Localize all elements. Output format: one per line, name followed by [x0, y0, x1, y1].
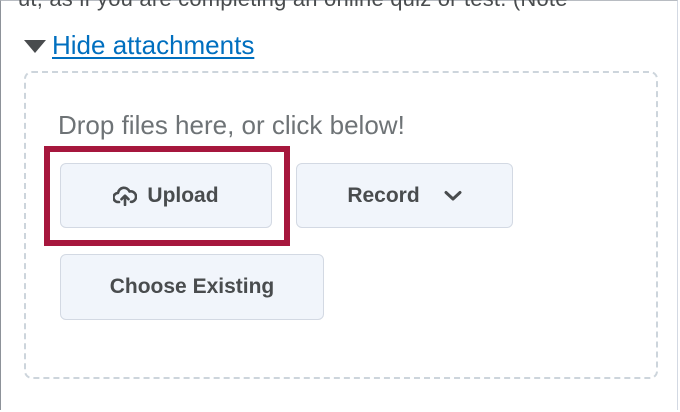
choose-existing-button[interactable]: Choose Existing — [60, 254, 324, 320]
chevron-down-icon — [444, 190, 462, 202]
record-button-label: Record — [347, 183, 420, 207]
cloud-upload-icon — [113, 186, 138, 206]
caret-down-icon — [24, 40, 46, 53]
record-button[interactable]: Record — [296, 163, 513, 228]
drop-prompt: Drop files here, or click below! — [58, 110, 405, 140]
upload-button-label: Upload — [147, 183, 219, 207]
hide-attachments-link[interactable]: Hide attachments — [52, 30, 254, 61]
hide-attachments-toggle[interactable]: Hide attachments — [24, 30, 254, 61]
choose-existing-label: Choose Existing — [109, 275, 275, 298]
upload-button[interactable]: Upload — [60, 163, 272, 228]
instruction-text-cutoff: ut, as if you are completing an online q… — [18, 0, 568, 12]
